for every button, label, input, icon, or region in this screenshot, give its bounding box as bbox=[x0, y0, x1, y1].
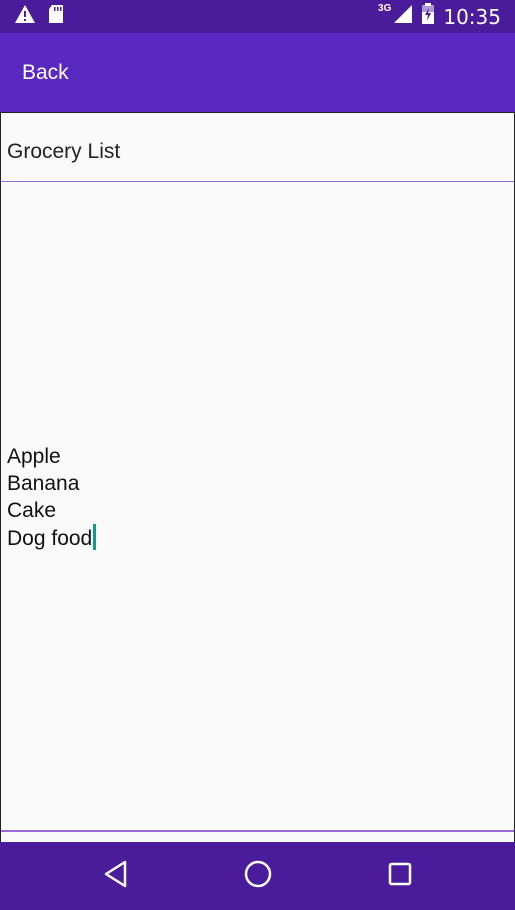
back-button[interactable]: Back bbox=[22, 61, 69, 85]
note-line: Banana bbox=[7, 471, 80, 495]
note-title-input[interactable] bbox=[1, 113, 514, 182]
text-cursor bbox=[93, 523, 97, 550]
battery-icon bbox=[421, 3, 435, 30]
recents-nav-button[interactable] bbox=[329, 842, 471, 910]
note-editor: Apple Banana Cake Dog food bbox=[0, 112, 515, 842]
navigation-bar bbox=[0, 842, 515, 910]
network-type-label: 3G bbox=[378, 3, 392, 14]
note-line-last: Dog food bbox=[7, 523, 514, 552]
status-right: 3G 10:35 bbox=[378, 3, 501, 30]
back-nav-button[interactable] bbox=[45, 842, 187, 910]
body-underline bbox=[1, 830, 514, 832]
note-body-textarea[interactable]: Apple Banana Cake Dog food bbox=[1, 182, 514, 830]
clock: 10:35 bbox=[443, 4, 501, 29]
app-bar: Back bbox=[0, 33, 515, 112]
home-nav-button[interactable] bbox=[187, 842, 329, 910]
status-left bbox=[14, 4, 64, 29]
note-line: Cake bbox=[7, 498, 57, 522]
signal-icon bbox=[393, 4, 413, 29]
back-nav-icon bbox=[103, 860, 129, 893]
warning-icon bbox=[14, 4, 36, 29]
note-line: Apple bbox=[7, 444, 61, 468]
note-line-text: Dog food bbox=[7, 526, 93, 550]
recents-nav-icon bbox=[387, 861, 413, 892]
status-bar: 3G 10:35 bbox=[0, 0, 515, 33]
home-nav-icon bbox=[244, 860, 272, 893]
sd-card-icon bbox=[48, 4, 64, 29]
